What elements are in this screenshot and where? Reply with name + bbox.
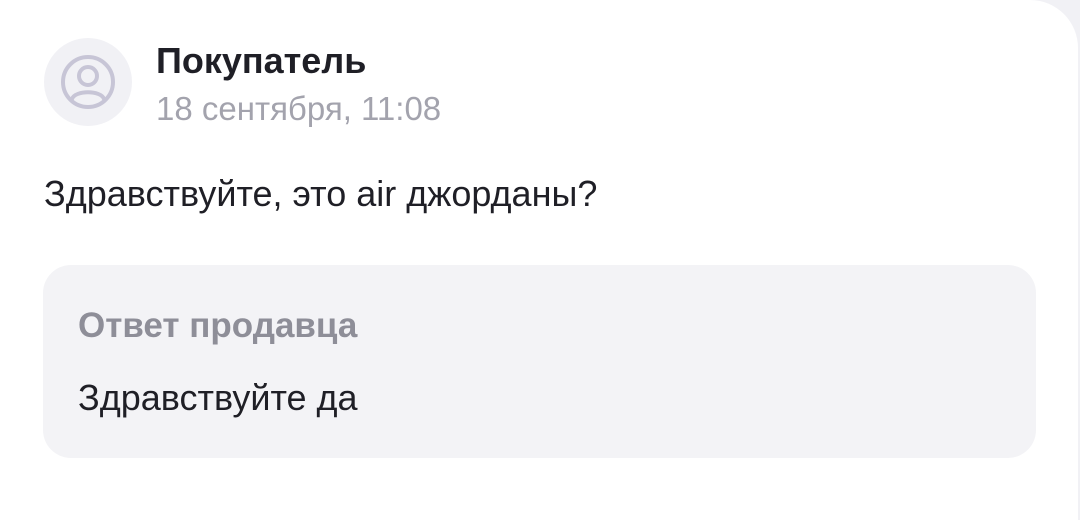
- review-card: Покупатель 18 сентября, 11:08 Здравствуй…: [0, 0, 1078, 520]
- seller-reply: Ответ продавца Здравствуйте да: [43, 265, 1036, 458]
- seller-reply-text: Здравствуйте да: [78, 377, 358, 418]
- review-author: Покупатель: [156, 40, 367, 81]
- seller-reply-title: Ответ продавца: [78, 306, 358, 345]
- review-date: 18 сентября, 11:08: [156, 90, 442, 127]
- user-avatar-icon: [61, 55, 115, 109]
- review-text: Здравствуйте, это air джорданы?: [44, 173, 598, 214]
- avatar[interactable]: [44, 38, 132, 126]
